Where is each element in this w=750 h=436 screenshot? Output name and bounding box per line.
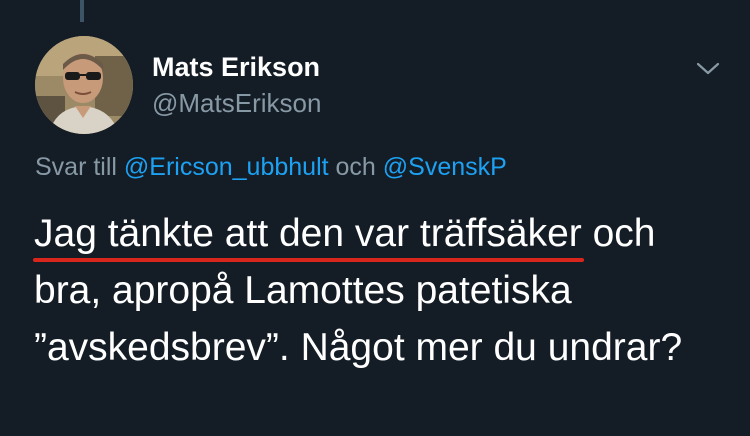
- display-name[interactable]: Mats Erikson: [152, 52, 320, 83]
- tweet-line-1-rest: och: [581, 212, 656, 255]
- user-avatar-photo: [35, 36, 133, 134]
- tweet-line-3: ”avskedsbrev”. Något mer du undrar?: [34, 326, 683, 369]
- user-handle[interactable]: @MatsErikson: [152, 88, 321, 119]
- reply-context: Svar till @Ericson_ubbhult och @SvenskP: [35, 153, 507, 182]
- chevron-down-icon[interactable]: [693, 56, 723, 80]
- tweet-body: Jag tänkte att den var träffsäker och br…: [33, 205, 734, 376]
- underlined-phrase: Jag tänkte att den var träffsäker: [33, 205, 584, 262]
- avatar[interactable]: [35, 36, 133, 134]
- reply-prefix: Svar till: [35, 153, 124, 181]
- tweet-line-1: Jag tänkte att den var träffsäker och: [33, 205, 734, 262]
- underlined-text: Jag tänkte att den var träffsäker: [34, 212, 582, 255]
- mention-link-ericson-ubbhult[interactable]: @Ericson_ubbhult: [124, 153, 329, 181]
- tweet-line-2: bra, apropå Lamottes patetiska: [34, 269, 572, 312]
- red-underline-annotation: [33, 258, 584, 262]
- reply-joiner: och: [328, 153, 383, 181]
- mention-link-svenskp[interactable]: @SvenskP: [383, 153, 507, 181]
- thread-connector-line: [80, 0, 84, 22]
